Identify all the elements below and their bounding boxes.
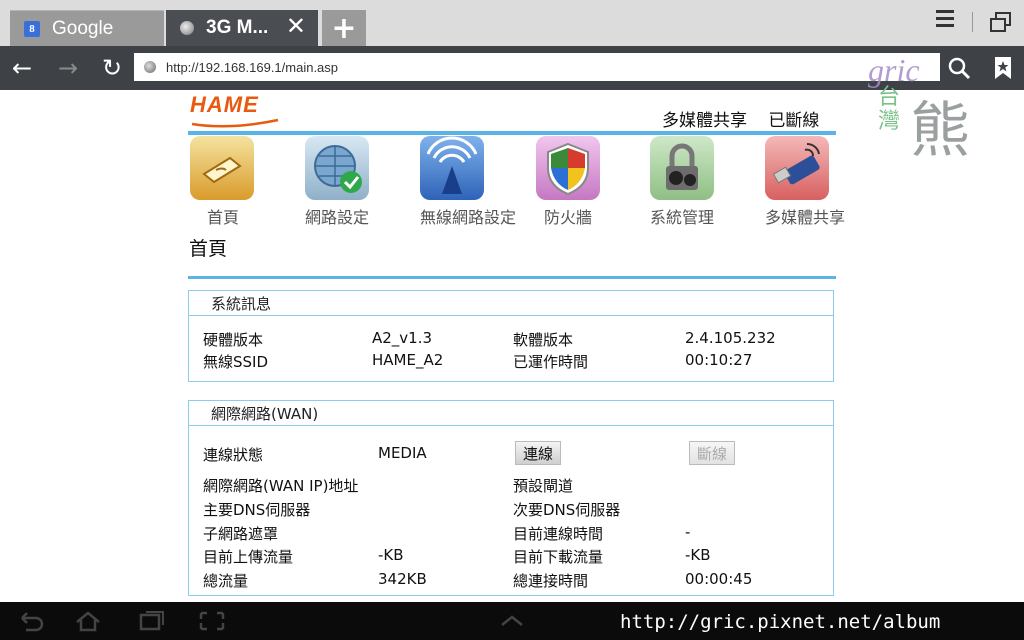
- media-share-icon[interactable]: [765, 136, 829, 200]
- total-traffic-label: 總流量: [203, 572, 249, 590]
- home-icon[interactable]: [190, 136, 254, 200]
- hw-version-value: A2_v1.3: [372, 329, 433, 347]
- globe-icon: [144, 61, 156, 73]
- uptime-label: 已運作時間: [513, 353, 589, 371]
- nav-firewall[interactable]: 防火牆: [544, 204, 592, 228]
- subnet-mask-label: 子網路遮罩: [203, 525, 279, 543]
- tab-label: Google: [52, 17, 114, 39]
- connect-button[interactable]: 連線: [515, 441, 561, 465]
- download-value: -KB: [685, 546, 711, 564]
- url-field[interactable]: http://192.168.169.1/main.asp: [134, 53, 940, 81]
- secondary-dns-label: 次要DNS伺服器: [513, 501, 621, 519]
- home-icon[interactable]: [74, 610, 102, 632]
- ssid-value: HAME_A2: [372, 351, 444, 369]
- disconnect-button[interactable]: 斷線: [689, 441, 735, 465]
- connection-status-label: 連線狀態: [203, 446, 264, 464]
- upload-value: -KB: [378, 546, 404, 564]
- sw-version-value: 2.4.105.232: [685, 329, 776, 347]
- nav-network-settings[interactable]: 網路設定: [305, 204, 369, 228]
- gateway-label: 預設閘道: [513, 477, 574, 495]
- nav-media-share[interactable]: 多媒體共享: [765, 204, 845, 228]
- system-info-panel: 系統訊息 硬體版本 A2_v1.3 軟體版本 2.4.105.232 無線SSI…: [188, 290, 834, 382]
- address-bar: ← → ↻ http://192.168.169.1/main.asp: [0, 46, 1024, 90]
- divider: [188, 131, 836, 135]
- firewall-icon[interactable]: [536, 136, 600, 200]
- connection-status-value: MEDIA: [378, 444, 427, 462]
- media-share-status: 多媒體共享: [662, 111, 747, 131]
- upload-label: 目前上傳流量: [203, 548, 294, 566]
- tab-active[interactable]: 3G M... ✕: [166, 10, 318, 46]
- tab-label: 3G M...: [206, 17, 269, 38]
- recent-apps-icon[interactable]: [138, 610, 166, 632]
- total-time-label: 總連接時間: [513, 572, 589, 590]
- uptime-value: 00:10:27: [685, 351, 753, 369]
- hw-version-label: 硬體版本: [203, 331, 264, 349]
- forward-icon[interactable]: →: [54, 54, 82, 82]
- wireless-settings-icon[interactable]: [420, 136, 484, 200]
- new-tab-button[interactable]: +: [322, 10, 366, 46]
- top-status: 多媒體共享 已斷線: [662, 106, 835, 131]
- nav-system-management[interactable]: 系統管理: [650, 204, 714, 228]
- divider: [188, 276, 836, 279]
- windows-icon[interactable]: [990, 12, 1011, 32]
- screenshot-icon[interactable]: [198, 610, 226, 632]
- ssid-label: 無線SSID: [203, 353, 269, 371]
- close-tab-icon[interactable]: ✕: [286, 12, 306, 40]
- web-page: HAME 多媒體共享 已斷線 首頁 網路設定 無線網路設定 防火牆 系統管理 多…: [0, 90, 1024, 602]
- back-icon[interactable]: ←: [8, 54, 36, 82]
- tab-google[interactable]: 8 Google: [10, 10, 164, 46]
- url-text: http://192.168.169.1/main.asp: [166, 59, 339, 75]
- globe-favicon-icon: [180, 21, 194, 35]
- network-settings-icon[interactable]: [305, 136, 369, 200]
- connection-time-value: -: [685, 523, 691, 541]
- nav-home[interactable]: 首頁: [207, 204, 239, 228]
- logo-swoosh-icon: [191, 118, 279, 128]
- wan-ip-label: 網際網路(WAN IP)地址: [203, 477, 359, 495]
- credit-url: http://gric.pixnet.net/album: [620, 611, 941, 633]
- reload-icon[interactable]: ↻: [98, 54, 126, 82]
- sw-version-label: 軟體版本: [513, 331, 574, 349]
- chevron-up-icon[interactable]: [498, 610, 526, 632]
- hame-logo: HAME: [190, 92, 259, 117]
- total-traffic-value: 342KB: [378, 570, 427, 588]
- google-favicon-icon: 8: [24, 20, 40, 37]
- connection-time-label: 目前連線時間: [513, 525, 604, 543]
- back-icon[interactable]: [16, 610, 44, 632]
- download-label: 目前下載流量: [513, 548, 604, 566]
- primary-dns-label: 主要DNS伺服器: [203, 501, 311, 519]
- divider: [972, 12, 973, 32]
- panel-header: 系統訊息: [189, 291, 833, 316]
- panel-header: 網際網路(WAN): [189, 401, 833, 426]
- menu-icon[interactable]: [936, 10, 956, 32]
- nav-wireless-settings[interactable]: 無線網路設定: [420, 204, 516, 228]
- search-icon[interactable]: [946, 55, 972, 81]
- wan-panel: 網際網路(WAN) 連線狀態 MEDIA 連線 斷線 網際網路(WAN IP)地…: [188, 400, 834, 596]
- bookmark-icon[interactable]: [992, 55, 1014, 81]
- page-title: 首頁: [189, 238, 228, 260]
- system-management-icon[interactable]: [650, 136, 714, 200]
- total-time-value: 00:00:45: [685, 570, 753, 588]
- tab-bar: 8 Google 3G M... ✕ +: [0, 0, 1024, 46]
- connection-status: 已斷線: [768, 111, 820, 131]
